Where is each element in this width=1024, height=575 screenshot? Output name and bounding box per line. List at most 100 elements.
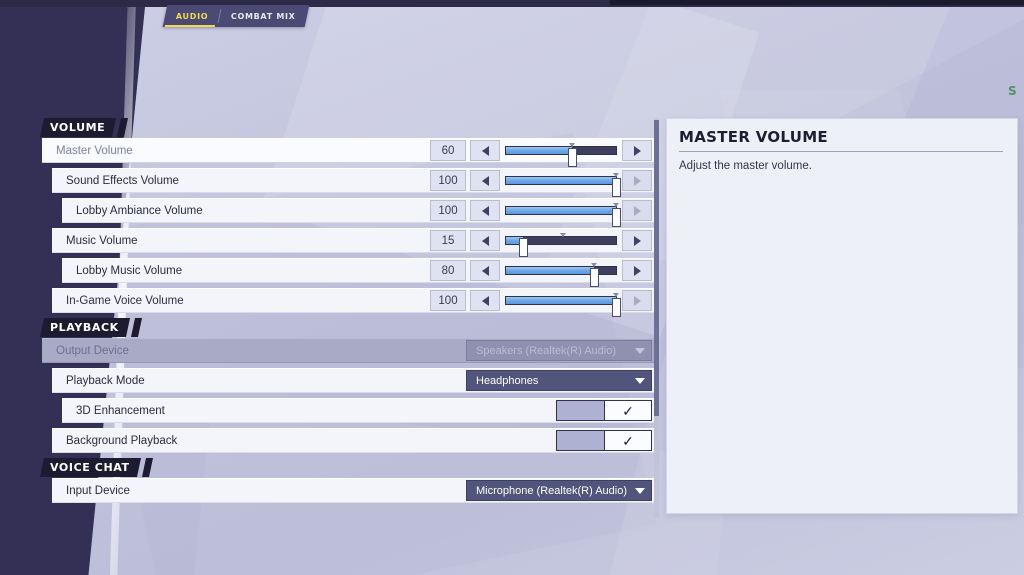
section-header-playback-label: PLAYBACK xyxy=(50,321,119,334)
slider-handle[interactable] xyxy=(590,268,599,287)
setting-label: Background Playback xyxy=(52,435,177,447)
caret-right-icon xyxy=(634,296,641,306)
setting-row-input-device[interactable]: Input Device Microphone (Realtek(R) Audi… xyxy=(52,478,654,503)
input-device-dropdown[interactable]: Microphone (Realtek(R) Audio) xyxy=(466,480,652,501)
slider-decrement-button[interactable] xyxy=(470,170,500,191)
top-bar xyxy=(0,0,1024,7)
playback-mode-dropdown[interactable]: Headphones xyxy=(466,370,652,391)
slider-track[interactable] xyxy=(505,176,617,185)
top-bar-right-segment xyxy=(610,0,1024,5)
3d-enhancement-toggle: ✓ xyxy=(556,400,652,421)
slider-handle[interactable] xyxy=(612,208,621,227)
setting-row-3d-enhancement[interactable]: 3D Enhancement ✓ xyxy=(62,398,654,423)
slider-track[interactable] xyxy=(505,266,617,275)
caret-right-icon xyxy=(634,206,641,216)
toggle-option-on[interactable]: ✓ xyxy=(604,401,651,420)
caret-right-icon xyxy=(634,266,641,276)
slider-handle[interactable] xyxy=(612,298,621,317)
info-panel-description: Adjust the master volume. xyxy=(667,152,1017,175)
slider-control: 100 xyxy=(430,169,654,192)
settings-scrollbar-track[interactable] xyxy=(654,118,659,518)
slider-decrement-button[interactable] xyxy=(470,260,500,281)
settings-scrollbar-thumb[interactable] xyxy=(654,120,659,416)
chevron-down-icon xyxy=(635,378,645,384)
setting-row-master-volume[interactable]: Master Volume 60 xyxy=(42,138,654,163)
tab-strip: AUDIO COMBAT MIX xyxy=(163,5,310,27)
slider-tick-marker xyxy=(560,233,566,237)
section-header-chip: VOICE CHAT xyxy=(40,458,141,477)
watermark-fragment: S xyxy=(1008,84,1024,98)
slider-increment-button[interactable] xyxy=(622,260,652,281)
section-header-bg xyxy=(42,118,654,137)
tab-combat-mix[interactable]: COMBAT MIX xyxy=(218,5,309,27)
section-header-chip: PLAYBACK xyxy=(40,318,130,337)
setting-label: Playback Mode xyxy=(52,375,145,387)
slider-decrement-button[interactable] xyxy=(470,290,500,311)
slider-value: 60 xyxy=(430,140,466,161)
slider-handle[interactable] xyxy=(612,178,621,197)
slider-increment-button[interactable] xyxy=(622,290,652,311)
setting-row-music-volume[interactable]: Music Volume 15 xyxy=(52,228,654,253)
section-header-voice-chat-label: VOICE CHAT xyxy=(50,461,130,474)
setting-row-background-playback[interactable]: Background Playback ✓ xyxy=(52,428,654,453)
slider-track-wrap[interactable] xyxy=(505,170,617,191)
info-panel-title: MASTER VOLUME xyxy=(667,119,1017,151)
info-panel: MASTER VOLUME Adjust the master volume. xyxy=(666,118,1018,514)
slider-track[interactable] xyxy=(505,146,617,155)
slider-decrement-button[interactable] xyxy=(470,200,500,221)
slider-control: 60 xyxy=(430,139,654,162)
setting-row-output-device: Output Device Speakers (Realtek(R) Audio… xyxy=(42,338,654,363)
section-header-volume-label: VOLUME xyxy=(50,121,105,134)
caret-right-icon xyxy=(634,236,641,246)
slider-increment-button[interactable] xyxy=(622,140,652,161)
tab-audio-label: AUDIO xyxy=(176,12,208,21)
slider-track[interactable] xyxy=(505,296,617,305)
slider-increment-button[interactable] xyxy=(622,200,652,221)
control-wrap: Headphones xyxy=(466,370,654,391)
control-wrap: ✓ xyxy=(556,430,654,451)
tab-combat-mix-label: COMBAT MIX xyxy=(231,12,296,21)
setting-row-in-game-voice-volume[interactable]: In-Game Voice Volume 100 xyxy=(52,288,654,313)
check-icon: ✓ xyxy=(622,434,634,448)
slider-control: 100 xyxy=(430,289,654,312)
dropdown-value: Microphone (Realtek(R) Audio) xyxy=(476,485,627,497)
slider-control: 100 xyxy=(430,199,654,222)
slider-handle[interactable] xyxy=(519,238,528,257)
setting-label: 3D Enhancement xyxy=(62,405,165,417)
slider-value: 100 xyxy=(430,170,466,191)
toggle-option-on[interactable]: ✓ xyxy=(604,431,651,450)
section-header-slash xyxy=(131,318,142,337)
slider-decrement-button[interactable] xyxy=(470,230,500,251)
setting-row-lobby-music-volume[interactable]: Lobby Music Volume 80 xyxy=(62,258,654,283)
slider-tick-marker xyxy=(613,173,619,177)
slider-fill xyxy=(506,267,594,274)
slider-value: 100 xyxy=(430,290,466,311)
slider-track[interactable] xyxy=(505,236,617,245)
slider-tick-marker xyxy=(591,263,597,267)
slider-track-wrap[interactable] xyxy=(505,290,617,311)
setting-row-playback-mode[interactable]: Playback Mode Headphones xyxy=(52,368,654,393)
slider-decrement-button[interactable] xyxy=(470,140,500,161)
slider-handle[interactable] xyxy=(568,148,577,167)
slider-increment-button[interactable] xyxy=(622,230,652,251)
section-header-volume: VOLUME xyxy=(42,118,654,137)
toggle-option-off[interactable] xyxy=(557,401,604,420)
slider-control: 80 xyxy=(430,259,654,282)
slider-track-wrap[interactable] xyxy=(505,260,617,281)
tab-audio[interactable]: AUDIO xyxy=(163,5,222,27)
slider-track-wrap[interactable] xyxy=(505,200,617,221)
slider-track[interactable] xyxy=(505,206,617,215)
slider-fill xyxy=(506,147,572,154)
caret-right-icon xyxy=(634,146,641,156)
toggle-option-off[interactable] xyxy=(557,431,604,450)
setting-row-lobby-ambiance-volume[interactable]: Lobby Ambiance Volume 100 xyxy=(62,198,654,223)
slider-tick-marker xyxy=(613,293,619,297)
settings-list: VOLUME Master Volume 60 Sound Eff xyxy=(42,118,654,508)
setting-row-sound-effects-volume[interactable]: Sound Effects Volume 100 xyxy=(52,168,654,193)
slider-track-wrap[interactable] xyxy=(505,230,617,251)
slider-increment-button[interactable] xyxy=(622,170,652,191)
section-header-voice-chat: VOICE CHAT xyxy=(42,458,654,477)
setting-label: Lobby Music Volume xyxy=(62,265,182,277)
slider-track-wrap[interactable] xyxy=(505,140,617,161)
section-header-slash xyxy=(142,458,153,477)
